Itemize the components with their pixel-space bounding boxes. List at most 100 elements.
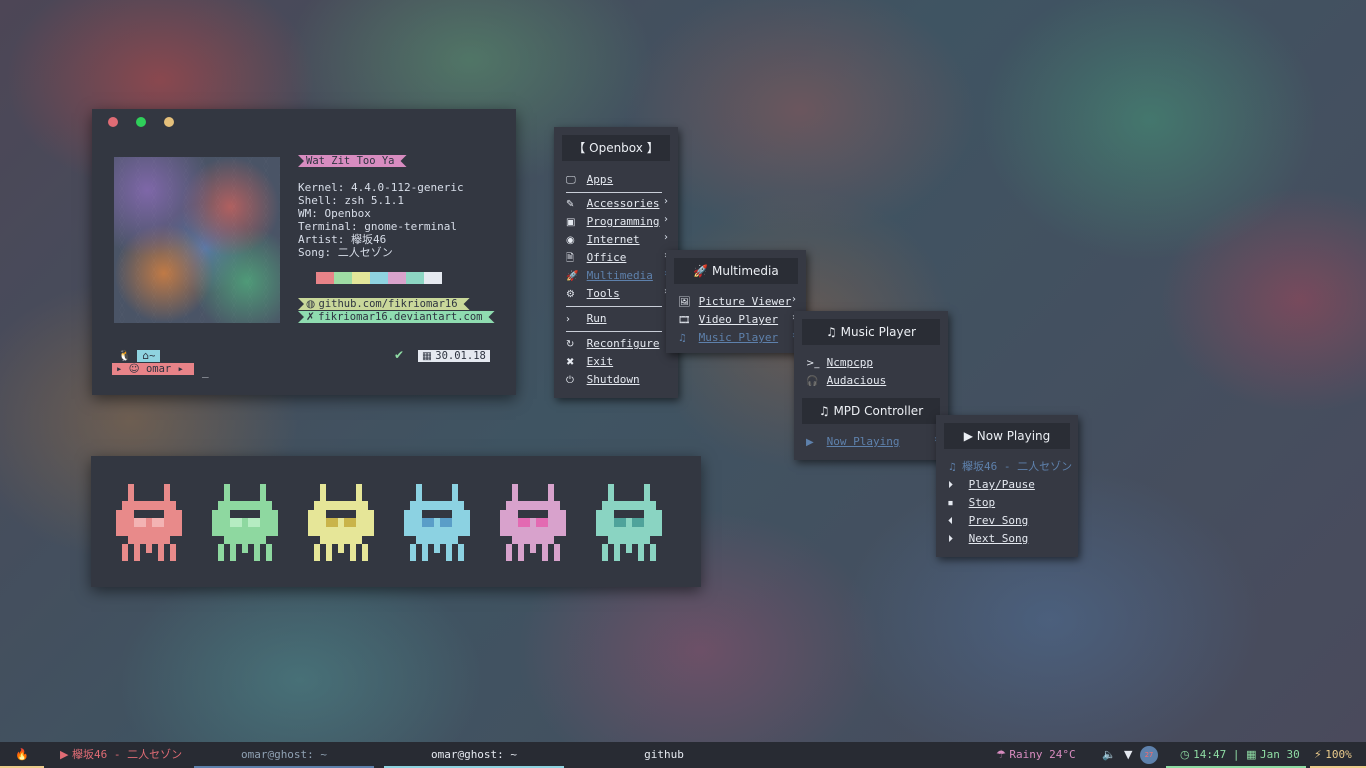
terminal-window[interactable]: Wat Zit Too Ya Kernel: 4.4.0-112-generic… xyxy=(92,109,516,395)
menu-item-now-playing[interactable]: ▶ Now Playing xyxy=(806,434,899,450)
pen-icon: ✎ xyxy=(566,199,575,210)
github-icon: ◍ xyxy=(306,298,319,310)
monitor-icon: 🖵 xyxy=(566,175,576,186)
menu-separator xyxy=(566,306,662,307)
song-title: Wat Zit Too Ya xyxy=(306,155,395,167)
menu-separator xyxy=(566,331,662,332)
menu-item-music-player[interactable]: ♫ Music Player xyxy=(678,330,778,346)
sysinfo-terminal: Terminal: gnome-terminal xyxy=(298,220,457,233)
battery-charging-icon: ⚡ xyxy=(1314,748,1326,761)
swatch-cell xyxy=(334,272,352,284)
play-circle-icon: ▶ xyxy=(806,437,814,448)
taskbar-now-playing[interactable]: ▶ 欅坂46 - 二人セゾン xyxy=(60,742,182,768)
launcher-icon[interactable]: 🔥 xyxy=(0,742,44,768)
prompt-user-tag: ▸ ☺ omar ▸ xyxy=(112,363,194,375)
sysinfo-shell: Shell: zsh 5.1.1 xyxy=(298,194,404,207)
maximize-dot[interactable] xyxy=(136,117,146,127)
previous-icon: ⏴ xyxy=(948,516,953,527)
battery: ⚡ 100% xyxy=(1310,742,1366,768)
menu-item-internet[interactable]: ◉ Internet xyxy=(566,232,640,248)
menu-item-shutdown[interactable]: ⏻ Shutdown xyxy=(566,372,640,388)
album-art xyxy=(114,157,280,323)
multimedia-menu: 🚀 Multimedia 🖼 Picture Viewer › 🎞 Video … xyxy=(666,250,806,353)
film-icon: 🎞 xyxy=(678,315,691,326)
menu-item-exit[interactable]: ✖ Exit xyxy=(566,354,613,370)
space-invader-icon xyxy=(212,484,278,562)
menu-item-run[interactable]: › Run xyxy=(566,311,607,327)
taskbar-task[interactable]: omar@ghost: ~ xyxy=(384,742,564,768)
multimedia-menu-title: 🚀 Multimedia xyxy=(674,258,798,284)
headphones-icon: 🎧 xyxy=(806,376,819,387)
stop-icon: ⏹ xyxy=(948,498,953,509)
menu-item-play-pause[interactable]: ⏵ Play/Pause xyxy=(948,477,1035,493)
menu-item-office[interactable]: 🗎 Office xyxy=(566,250,626,266)
sysinfo-wm: WM: Openbox xyxy=(298,207,371,220)
clock-icon: ◷ xyxy=(1180,748,1194,761)
terminal-cursor[interactable]: _ xyxy=(202,365,209,378)
deviantart-link[interactable]: fikriomar16.deviantart.com xyxy=(318,311,482,323)
chevron-right-icon: › xyxy=(792,294,796,305)
taskbar: 🔥 ▶ 欅坂46 - 二人セゾン omar@ghost: ~ omar@ghos… xyxy=(0,742,1366,768)
sysinfo: Kernel: 4.4.0-112-generic Shell: zsh 5.1… xyxy=(298,181,464,259)
play-icon: ⏵ xyxy=(948,480,953,491)
menu-item-next-song[interactable]: ⏵ Next Song xyxy=(948,531,1028,547)
notification-badge[interactable]: 27 xyxy=(1140,746,1158,764)
document-icon: 🗎 xyxy=(566,253,575,264)
terminal-icon: >_ xyxy=(806,358,820,369)
openbox-menu: 【 Openbox 】 🖵 Apps ✎ Accessories › ▣ Pro… xyxy=(554,127,678,398)
taskbar-task[interactable]: omar@ghost: ~ xyxy=(194,742,374,768)
menu-item-audacious[interactable]: 🎧 Audacious xyxy=(806,373,886,389)
menu-item-tools[interactable]: ⚙ Tools xyxy=(566,286,620,302)
globe-icon: ◉ xyxy=(566,235,575,246)
now-playing-menu-title: ▶ Now Playing xyxy=(944,423,1070,449)
menu-item-apps[interactable]: 🖵 Apps xyxy=(566,172,613,188)
exit-icon: ✖ xyxy=(566,357,575,368)
minimize-dot[interactable] xyxy=(164,117,174,127)
music-player-menu-title: ♫ Music Player xyxy=(802,319,940,345)
tux-icon: 🐧 xyxy=(118,350,132,362)
deviantart-flag[interactable]: ✗ fikriomar16.deviantart.com xyxy=(298,311,495,323)
taskbar-task[interactable]: github xyxy=(574,742,754,768)
sysinfo-song: Song: 二人セゾン xyxy=(298,246,393,259)
rocket-icon: 🚀 xyxy=(693,264,713,278)
prompt-dir: ⌂~ xyxy=(137,350,161,362)
github-flag[interactable]: ◍ github.com/fikriomar16 xyxy=(298,298,470,310)
volume-icon[interactable]: 🔈 xyxy=(1102,742,1116,768)
music-icon: ♫ xyxy=(818,404,834,418)
power-icon: ⏻ xyxy=(566,375,574,386)
invaders-window xyxy=(91,456,701,587)
space-invader-icon xyxy=(308,484,374,562)
menu-item-ncmpcpp[interactable]: >_ Ncmpcpp xyxy=(806,355,873,371)
space-invader-icon xyxy=(116,484,182,562)
clock[interactable]: ◷ 14:47 | ▦ Jan 30 xyxy=(1166,742,1306,768)
space-invader-icon xyxy=(500,484,566,562)
code-icon: ▣ xyxy=(566,217,576,228)
music-icon: ♫ xyxy=(678,333,687,344)
gear-icon: ⚙ xyxy=(566,289,575,300)
space-invader-icon xyxy=(404,484,470,562)
prompt-icon: › xyxy=(566,314,570,325)
image-icon: 🖼 xyxy=(678,297,691,308)
close-dot[interactable] xyxy=(108,117,118,127)
chevron-right-icon: › xyxy=(664,214,668,225)
menu-item-programming[interactable]: ▣ Programming xyxy=(566,214,659,230)
now-playing-track[interactable]: ♫ 欅坂46 - 二人セゾン xyxy=(948,459,1072,475)
menu-separator xyxy=(566,192,662,193)
menu-item-accessories[interactable]: ✎ Accessories xyxy=(566,196,659,212)
play-circle-icon: ▶ xyxy=(963,429,977,443)
menu-item-stop[interactable]: ⏹ Stop xyxy=(948,495,995,511)
wifi-icon[interactable]: ▼ xyxy=(1124,742,1132,768)
user-icon: ☺ xyxy=(128,363,140,375)
rocket-icon: 🚀 xyxy=(566,271,579,282)
github-link[interactable]: github.com/fikriomar16 xyxy=(319,298,458,310)
calendar-icon: ▦ xyxy=(422,350,436,362)
weather[interactable]: ☂ Rainy 24°C xyxy=(996,742,1076,768)
swatch-cell xyxy=(316,272,334,284)
calendar-icon: ▦ xyxy=(1246,748,1260,761)
mpd-controller-title: ♫ MPD Controller xyxy=(802,398,940,424)
menu-item-video-player[interactable]: 🎞 Video Player xyxy=(678,312,778,328)
menu-item-prev-song[interactable]: ⏴ Prev Song xyxy=(948,513,1028,529)
menu-item-multimedia[interactable]: 🚀 Multimedia xyxy=(566,268,653,284)
menu-item-picture-viewer[interactable]: 🖼 Picture Viewer xyxy=(678,294,791,310)
menu-item-reconfigure[interactable]: ↻ Reconfigure xyxy=(566,336,659,352)
